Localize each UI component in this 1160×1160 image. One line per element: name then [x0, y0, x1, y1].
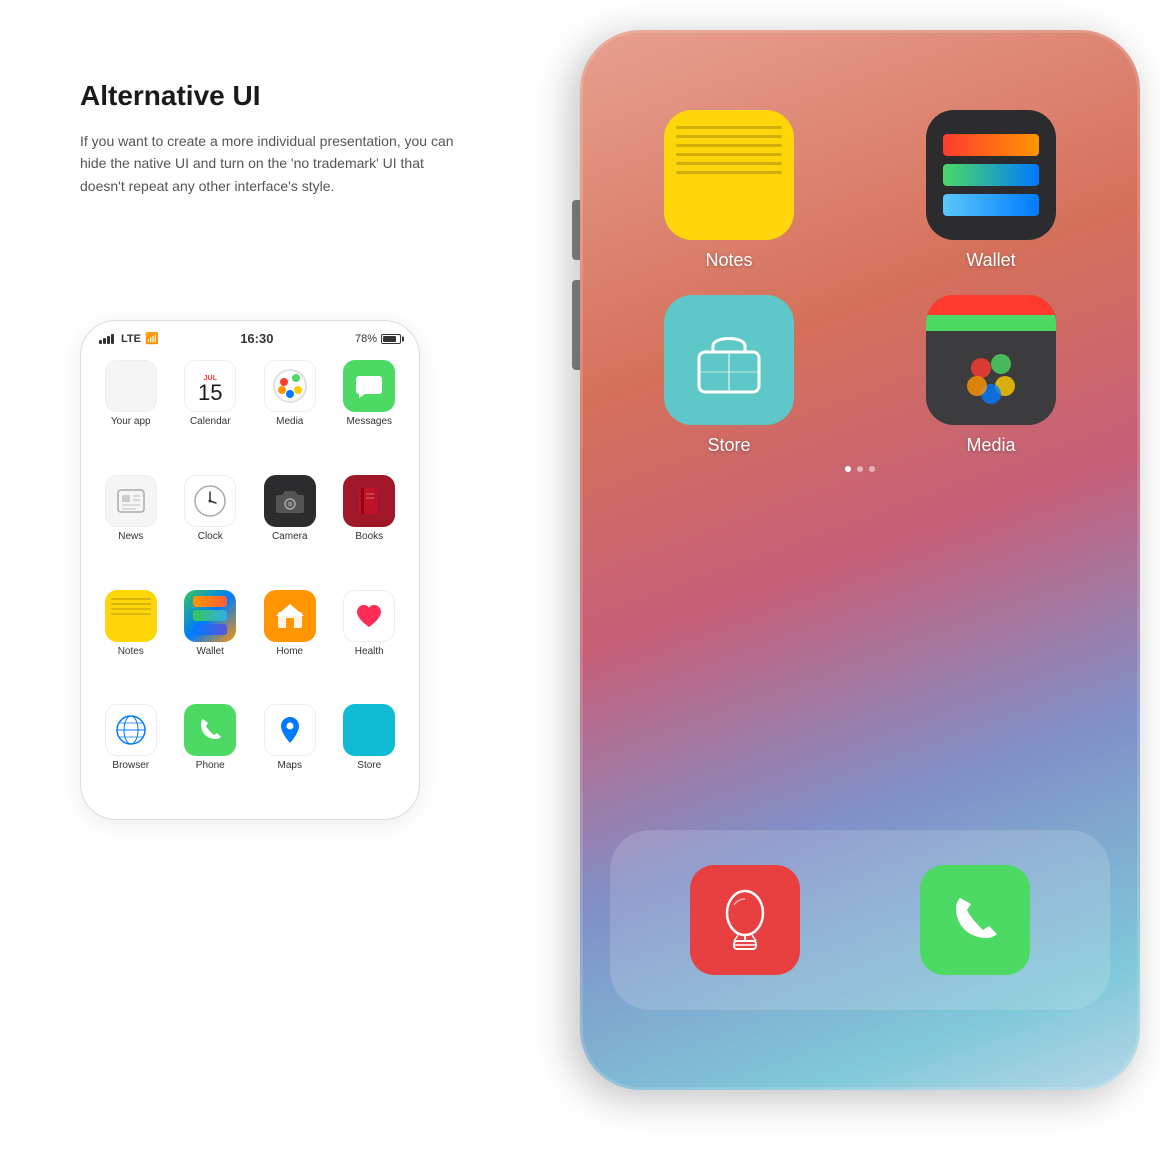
app-item-browser[interactable]: Browser: [95, 704, 167, 811]
big-app-icon-wallet: [926, 110, 1056, 240]
big-app-icon-notes: [664, 110, 794, 240]
app-icon-clock: [184, 475, 236, 527]
app-label-clock: Clock: [198, 531, 223, 542]
left-section: Alternative UI If you want to create a m…: [80, 80, 460, 237]
app-item-news[interactable]: News: [95, 475, 167, 582]
app-label-media: Media: [276, 416, 303, 427]
app-icon-books: [343, 475, 395, 527]
app-icon-browser: [105, 704, 157, 756]
app-label-calendar: Calendar: [190, 416, 231, 427]
app-item-media[interactable]: Media: [254, 360, 326, 467]
app-label-phone: Phone: [196, 760, 225, 771]
big-app-notes[interactable]: Notes: [610, 110, 848, 271]
app-label-messages: Messages: [346, 416, 392, 427]
app-item-calendar[interactable]: JUL 15 Calendar: [175, 360, 247, 467]
app-item-maps[interactable]: Maps: [254, 704, 326, 811]
app-icon-home: [264, 590, 316, 642]
status-left: LTE 📶: [99, 332, 159, 345]
status-right: 78%: [355, 333, 401, 345]
app-item-books[interactable]: Books: [334, 475, 406, 582]
app-label-store: Store: [357, 760, 381, 771]
app-icon-your-app: [105, 360, 157, 412]
signal-bars: [99, 334, 114, 344]
app-label-health: Health: [355, 646, 384, 657]
app-item-wallet[interactable]: Wallet: [175, 590, 247, 697]
app-item-notes[interactable]: Notes: [95, 590, 167, 697]
app-icon-messages: [343, 360, 395, 412]
app-item-home[interactable]: Home: [254, 590, 326, 697]
app-icon-store: [343, 704, 395, 756]
status-bar: LTE 📶 16:30 78%: [81, 321, 419, 352]
page-dot-2: [857, 466, 863, 472]
app-label-browser: Browser: [112, 760, 149, 771]
page-description: If you want to create a more individual …: [80, 130, 460, 197]
big-app-icon-media: [926, 295, 1056, 425]
big-app-store[interactable]: Store: [610, 295, 848, 456]
app-icon-media: [264, 360, 316, 412]
app-label-notes: Notes: [118, 646, 144, 657]
phone-volume-down: [572, 280, 580, 370]
app-icon-maps: [264, 704, 316, 756]
page-title: Alternative UI: [80, 80, 460, 112]
phone-volume-up: [572, 200, 580, 260]
app-item-store[interactable]: Store: [334, 704, 406, 811]
big-app-label-wallet: Wallet: [966, 250, 1015, 271]
app-icon-notes: [105, 590, 157, 642]
app-item-your-app[interactable]: Your app: [95, 360, 167, 467]
app-icon-wallet: [184, 590, 236, 642]
big-phone-frame: Notes Wallet: [580, 30, 1140, 1090]
app-item-clock[interactable]: Clock: [175, 475, 247, 582]
app-label-wallet: Wallet: [197, 646, 224, 657]
dock-app-balloon[interactable]: [690, 865, 800, 975]
wifi-icon: 📶: [145, 332, 159, 345]
app-icon-phone: [184, 704, 236, 756]
app-label-books: Books: [355, 531, 383, 542]
app-item-phone[interactable]: Phone: [175, 704, 247, 811]
status-time: 16:30: [240, 331, 273, 346]
app-label-your-app: Your app: [111, 416, 151, 427]
big-app-label-notes: Notes: [705, 250, 752, 271]
signal-type: LTE: [121, 333, 141, 345]
big-phone-container: Notes Wallet: [520, 0, 1160, 1100]
app-label-home: Home: [276, 646, 303, 657]
page-dot-3: [869, 466, 875, 472]
app-label-news: News: [118, 531, 143, 542]
big-app-label-store: Store: [707, 435, 750, 456]
battery-icon: [381, 334, 401, 344]
app-icon-news: [105, 475, 157, 527]
app-label-camera: Camera: [272, 531, 308, 542]
big-app-icon-store: [664, 295, 794, 425]
big-apps-top: Notes Wallet: [610, 110, 1110, 456]
app-item-health[interactable]: Health: [334, 590, 406, 697]
app-item-messages[interactable]: Messages: [334, 360, 406, 467]
big-app-media[interactable]: Media: [872, 295, 1110, 456]
apps-grid: Your app JUL 15 Calendar: [81, 352, 419, 819]
small-phone-mockup: LTE 📶 16:30 78% Your app: [80, 320, 420, 820]
app-icon-health: [343, 590, 395, 642]
battery-percent: 78%: [355, 333, 377, 345]
dock-app-phone[interactable]: [920, 865, 1030, 975]
page-indicators: [610, 466, 1110, 472]
app-icon-calendar: JUL 15: [184, 360, 236, 412]
big-phone-dock: [610, 830, 1110, 1010]
app-label-maps: Maps: [278, 760, 302, 771]
app-item-camera[interactable]: Camera: [254, 475, 326, 582]
big-app-wallet[interactable]: Wallet: [872, 110, 1110, 271]
page-dot-1: [845, 466, 851, 472]
app-icon-camera: [264, 475, 316, 527]
big-app-label-media: Media: [966, 435, 1015, 456]
